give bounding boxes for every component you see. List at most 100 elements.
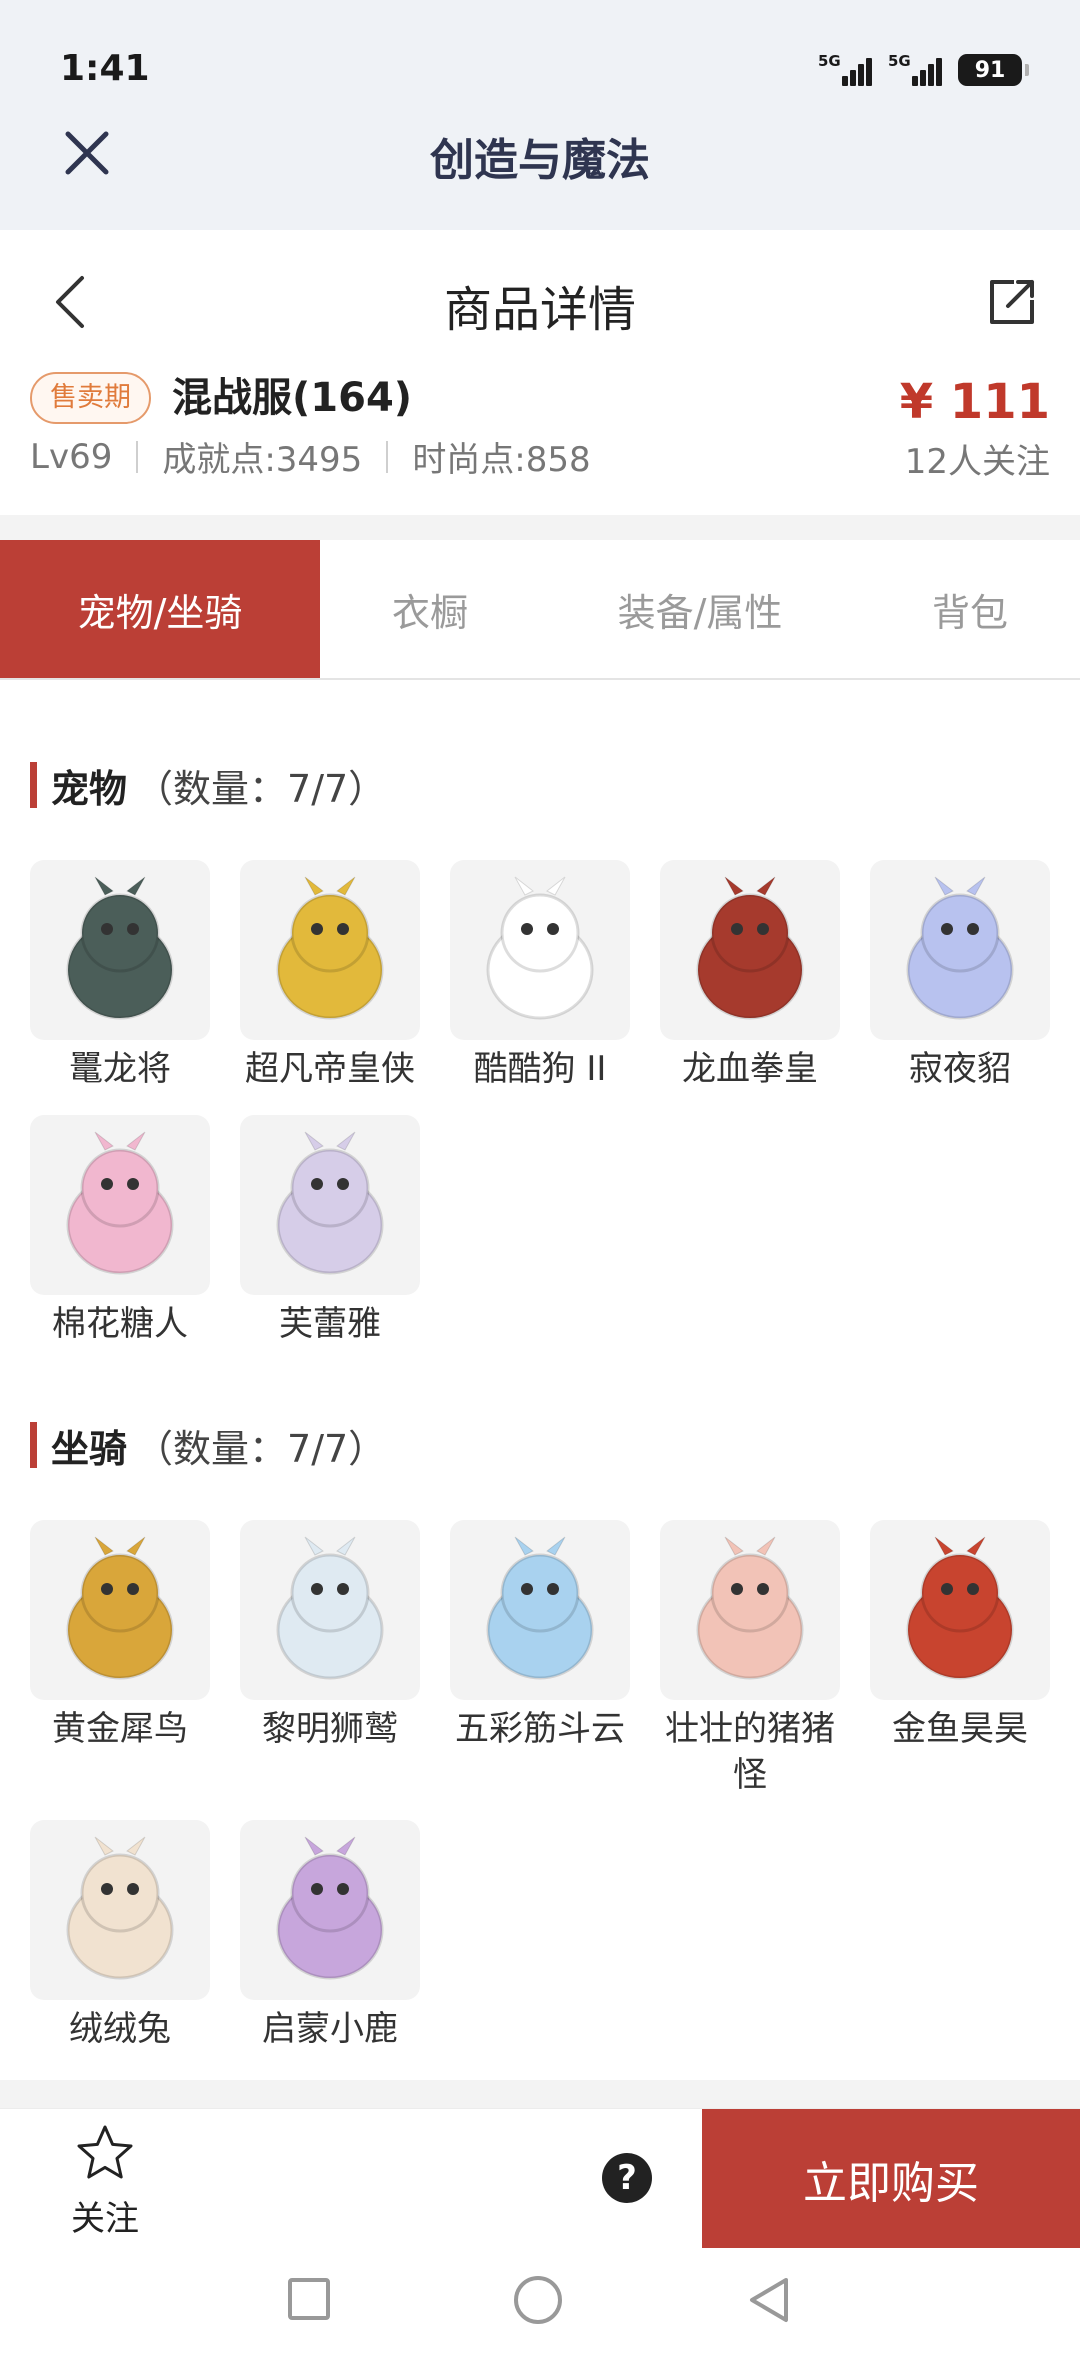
creature-icon xyxy=(696,1536,804,1680)
pet-item[interactable]: 超凡帝皇侠 xyxy=(240,860,420,1092)
item-thumbnail xyxy=(240,1115,420,1295)
status-icons: 5G 5G 91 xyxy=(818,52,1029,88)
pet-item[interactable]: 芙蕾雅 xyxy=(240,1115,420,1347)
home-icon[interactable] xyxy=(514,2276,562,2324)
item-name: 黄金犀鸟 xyxy=(52,1709,188,1749)
mount-item[interactable]: 五彩筋斗云 xyxy=(450,1520,630,1752)
item-name: 启蒙小鹿 xyxy=(262,2009,398,2049)
achievement-points: 成就点:3495 xyxy=(162,440,363,480)
status-time: 1:41 xyxy=(60,48,150,89)
mount-item[interactable]: 黄金犀鸟 xyxy=(30,1520,210,1752)
item-thumbnail xyxy=(240,860,420,1040)
creature-icon xyxy=(906,876,1014,1020)
divider xyxy=(386,440,389,473)
page-title: 商品详情 xyxy=(443,282,636,338)
server-name: 混战服(164) xyxy=(172,375,413,421)
pet-item[interactable]: 酷酷狗 II xyxy=(450,860,630,1092)
product-info: 售卖期 混战服(164) ¥ 111 Lv69 成就点:3495 时尚点:858… xyxy=(0,370,1080,515)
account-stats: Lv69 成就点:3495 时尚点:858 xyxy=(30,432,591,481)
item-name: 芙蕾雅 xyxy=(279,1304,381,1344)
tab-backpack[interactable]: 背包 xyxy=(860,540,1080,678)
mount-item[interactable]: 绒绒兔 xyxy=(30,1820,210,2052)
item-thumbnail xyxy=(30,1820,210,2000)
battery-icon: 91 xyxy=(958,54,1029,86)
item-name: 棉花糖人 xyxy=(52,1304,188,1344)
item-name: 寂夜貂 xyxy=(909,1049,1011,1089)
price: ¥ 111 xyxy=(899,374,1050,430)
creature-icon xyxy=(276,1836,384,1980)
star-icon xyxy=(77,2125,133,2179)
creature-icon xyxy=(66,876,174,1020)
nav-back-icon[interactable] xyxy=(744,2274,794,2326)
item-name: 龙血拳皇 xyxy=(682,1049,818,1089)
item-thumbnail xyxy=(870,860,1050,1040)
fashion-points: 时尚点:858 xyxy=(412,440,591,480)
section-count: （数量：7/7） xyxy=(135,1426,387,1471)
follow-label: 关注 xyxy=(71,2199,139,2239)
share-icon[interactable] xyxy=(984,274,1040,330)
tab-wardrobe[interactable]: 衣橱 xyxy=(320,540,540,678)
divider xyxy=(0,2080,1080,2108)
tab-bar: 宠物/坐骑 衣橱 装备/属性 背包 xyxy=(0,540,1080,680)
pet-item[interactable]: 鼍龙将 xyxy=(30,860,210,1092)
creature-icon xyxy=(276,876,384,1020)
mount-item[interactable]: 启蒙小鹿 xyxy=(240,1820,420,2052)
item-thumbnail xyxy=(870,1520,1050,1700)
follower-count: 12人关注 xyxy=(904,442,1050,482)
item-name: 鼍龙将 xyxy=(69,1049,171,1089)
creature-icon xyxy=(66,1131,174,1275)
pets-section-title: 宠物 （数量：7/7） xyxy=(30,760,387,811)
follow-button[interactable]: 关注 xyxy=(50,2123,160,2243)
app-title: 创造与魔法 xyxy=(430,135,650,186)
system-nav-bar xyxy=(0,2248,1080,2363)
item-thumbnail xyxy=(450,1520,630,1700)
item-name: 壮壮的猪猪怪 xyxy=(665,1709,835,1795)
item-thumbnail xyxy=(240,1520,420,1700)
buy-now-button[interactable]: 立即购买 xyxy=(702,2109,1080,2249)
item-thumbnail xyxy=(660,860,840,1040)
divider xyxy=(136,440,139,473)
creature-icon xyxy=(906,1536,1014,1680)
detail-header: 商品详情 xyxy=(0,230,1080,370)
signal-icon: 5G xyxy=(888,52,944,88)
app-header: 1:41 5G 5G 91 创造与魔法 xyxy=(0,0,1080,230)
mount-item[interactable]: 壮壮的猪猪怪 xyxy=(660,1520,840,1798)
item-name: 超凡帝皇侠 xyxy=(245,1049,415,1089)
divider xyxy=(0,515,1080,540)
tab-pets-mounts[interactable]: 宠物/坐骑 xyxy=(0,540,320,678)
signal-icon: 5G xyxy=(818,52,874,88)
item-name: 五彩筋斗云 xyxy=(455,1709,625,1749)
section-marker xyxy=(30,1422,37,1468)
item-name: 黎明狮鹫 xyxy=(262,1709,398,1749)
creature-icon xyxy=(486,876,594,1020)
section-name: 宠物 xyxy=(51,766,128,811)
help-icon[interactable]: ? xyxy=(602,2153,652,2203)
status-badge: 售卖期 xyxy=(30,372,151,424)
mount-item[interactable]: 金鱼昊昊 xyxy=(870,1520,1050,1752)
pet-item[interactable]: 寂夜貂 xyxy=(870,860,1050,1092)
mounts-section-title: 坐骑 （数量：7/7） xyxy=(30,1420,387,1471)
item-name: 绒绒兔 xyxy=(69,2009,171,2049)
creature-icon xyxy=(696,876,804,1020)
item-thumbnail xyxy=(30,1115,210,1295)
item-thumbnail xyxy=(30,860,210,1040)
section-marker xyxy=(30,762,37,808)
creature-icon xyxy=(66,1836,174,1980)
item-thumbnail xyxy=(30,1520,210,1700)
creature-icon xyxy=(66,1536,174,1680)
item-name: 酷酷狗 II xyxy=(473,1049,607,1089)
section-count: （数量：7/7） xyxy=(135,766,387,811)
recent-apps-icon[interactable] xyxy=(288,2278,330,2320)
pet-item[interactable]: 龙血拳皇 xyxy=(660,860,840,1092)
mount-item[interactable]: 黎明狮鹫 xyxy=(240,1520,420,1752)
item-thumbnail xyxy=(240,1820,420,2000)
item-thumbnail xyxy=(660,1520,840,1700)
creature-icon xyxy=(276,1536,384,1680)
pet-item[interactable]: 棉花糖人 xyxy=(30,1115,210,1347)
section-name: 坐骑 xyxy=(51,1426,128,1471)
bottom-action-bar: 关注 ? 立即购买 xyxy=(0,2108,1080,2249)
level: Lv69 xyxy=(30,436,113,477)
creature-icon xyxy=(486,1536,594,1680)
tab-equipment[interactable]: 装备/属性 xyxy=(540,540,860,678)
creature-icon xyxy=(276,1131,384,1275)
